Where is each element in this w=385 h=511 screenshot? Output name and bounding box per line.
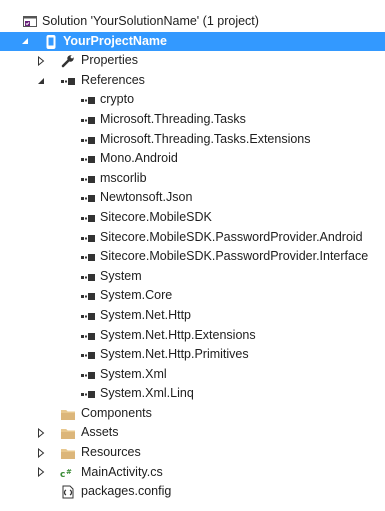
packages-config-node[interactable]: packages.config <box>0 482 385 502</box>
solution-explorer-tree: Solution 'YourSolutionName' (1 project) … <box>0 0 385 511</box>
reference-label: Sitecore.MobileSDK <box>100 209 212 224</box>
reference-label: System.Net.Http <box>100 307 191 322</box>
collapsed-arrow-icon[interactable] <box>36 51 46 71</box>
components-label: Components <box>81 405 152 420</box>
reference-item[interactable]: Sitecore.MobileSDK <box>0 208 385 228</box>
reference-label: System.Core <box>100 288 173 303</box>
solution-label: Solution 'YourSolutionName' (1 project) <box>42 14 259 28</box>
reference-item[interactable]: System <box>0 267 385 287</box>
assembly-reference-icon <box>80 132 96 148</box>
folder-icon <box>60 406 76 422</box>
reference-label: Sitecore.MobileSDK.PasswordProvider.Andr… <box>100 229 363 244</box>
config-file-icon <box>60 484 76 500</box>
reference-item[interactable]: Microsoft.Threading.Tasks.Extensions <box>0 130 385 150</box>
assembly-reference-icon <box>80 367 96 383</box>
packages-config-label: packages.config <box>81 484 172 499</box>
project-label: YourProjectName <box>63 33 167 48</box>
assembly-reference-icon <box>80 210 96 226</box>
references-label: References <box>81 72 145 87</box>
reference-item[interactable]: Newtonsoft.Json <box>0 188 385 208</box>
android-project-icon <box>43 34 59 50</box>
reference-label: crypto <box>100 92 135 107</box>
reference-label: Microsoft.Threading.Tasks.Extensions <box>100 131 311 146</box>
wrench-icon <box>60 53 76 69</box>
components-node[interactable]: Components <box>0 404 385 424</box>
reference-item[interactable]: System.Net.Http <box>0 306 385 326</box>
reference-item[interactable]: System.Net.Http.Primitives <box>0 345 385 365</box>
resources-node[interactable]: Resources <box>0 443 385 463</box>
collapsed-arrow-icon[interactable] <box>36 423 46 443</box>
solution-node[interactable]: Solution 'YourSolutionName' (1 project) <box>0 12 385 32</box>
folder-icon <box>60 425 76 441</box>
reference-item[interactable]: mscorlib <box>0 169 385 189</box>
references-node[interactable]: References <box>0 71 385 91</box>
project-node[interactable]: YourProjectName <box>0 31 385 52</box>
reference-label: System.Xml.Linq <box>100 386 194 401</box>
assembly-reference-icon <box>80 269 96 285</box>
assembly-reference-icon <box>80 230 96 246</box>
assembly-reference-icon <box>80 308 96 324</box>
reference-item[interactable]: Microsoft.Threading.Tasks <box>0 110 385 130</box>
expanded-arrow-icon[interactable] <box>20 32 30 52</box>
assembly-reference-icon <box>80 328 96 344</box>
collapsed-arrow-icon[interactable] <box>36 443 46 463</box>
reference-item[interactable]: System.Net.Http.Extensions <box>0 326 385 346</box>
reference-item[interactable]: System.Core <box>0 286 385 306</box>
svg-text:#: # <box>66 468 72 476</box>
properties-label: Properties <box>81 53 138 68</box>
assets-node[interactable]: Assets <box>0 423 385 443</box>
assembly-reference-icon <box>80 151 96 167</box>
references-icon <box>60 73 76 89</box>
reference-label: Newtonsoft.Json <box>100 190 193 205</box>
solution-icon <box>22 14 38 30</box>
collapsed-arrow-icon[interactable] <box>36 463 46 483</box>
main-activity-node[interactable]: c # MainActivity.cs <box>0 463 385 483</box>
assembly-reference-icon <box>80 386 96 402</box>
assembly-reference-icon <box>80 347 96 363</box>
reference-item[interactable]: Sitecore.MobileSDK.PasswordProvider.Inte… <box>0 247 385 267</box>
reference-label: Mono.Android <box>100 151 178 166</box>
reference-item[interactable]: System.Xml <box>0 365 385 385</box>
main-activity-label: MainActivity.cs <box>81 464 163 479</box>
assembly-reference-icon <box>80 171 96 187</box>
assembly-reference-icon <box>80 190 96 206</box>
csharp-file-icon: c # <box>60 465 76 481</box>
properties-node[interactable]: Properties <box>0 51 385 71</box>
reference-label: Microsoft.Threading.Tasks <box>100 111 246 126</box>
reference-item[interactable]: crypto <box>0 90 385 110</box>
reference-label: System <box>100 268 142 283</box>
assembly-reference-icon <box>80 288 96 304</box>
svg-text:c: c <box>60 470 65 480</box>
assets-label: Assets <box>81 425 119 440</box>
reference-label: Sitecore.MobileSDK.PasswordProvider.Inte… <box>100 249 369 264</box>
reference-label: System.Xml <box>100 366 167 381</box>
reference-item[interactable]: System.Xml.Linq <box>0 384 385 404</box>
reference-item[interactable]: Sitecore.MobileSDK.PasswordProvider.Andr… <box>0 228 385 248</box>
expanded-arrow-icon[interactable] <box>36 71 46 91</box>
folder-icon <box>60 445 76 461</box>
reference-label: System.Net.Http.Extensions <box>100 327 256 342</box>
assembly-reference-icon <box>80 92 96 108</box>
reference-item[interactable]: Mono.Android <box>0 149 385 169</box>
assembly-reference-icon <box>80 249 96 265</box>
assembly-reference-icon <box>80 112 96 128</box>
reference-label: mscorlib <box>100 170 147 185</box>
resources-label: Resources <box>81 445 141 460</box>
reference-label: System.Net.Http.Primitives <box>100 347 249 362</box>
